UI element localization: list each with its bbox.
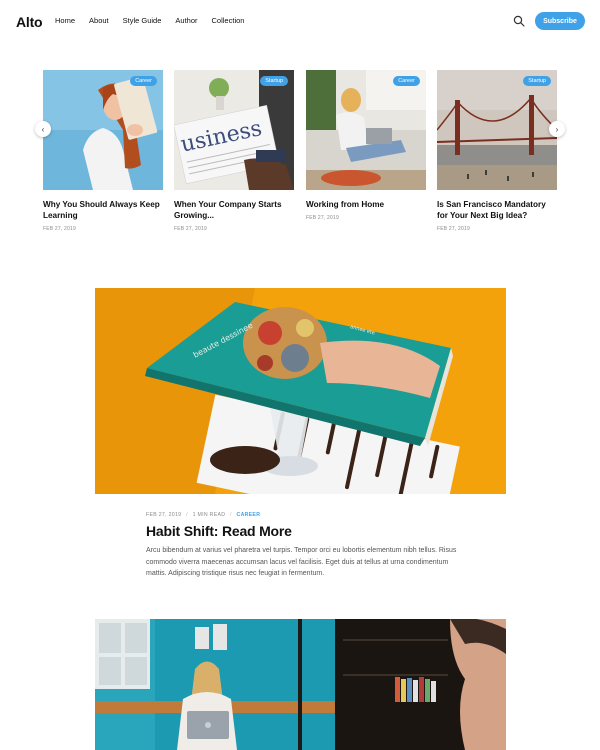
post-date: FEB 27, 2019 (146, 512, 182, 518)
featured-carousel: Career Why You Should Always Keep Learni… (0, 70, 600, 240)
card-date: FEB 27, 2019 (306, 215, 339, 221)
nav-item-author[interactable]: Author (175, 16, 197, 25)
post-image[interactable] (95, 619, 506, 750)
post-excerpt: Arcu bibendum at varius vel pharetra vel… (146, 547, 457, 577)
card-date: FEB 27, 2019 (43, 226, 76, 232)
carousel-card[interactable]: Career Why You Should Always Keep Learni… (43, 70, 163, 232)
card-image[interactable]: Career (43, 70, 163, 190)
card-title[interactable]: Working from Home (306, 199, 426, 210)
post-meta: FEB 27, 2019 / 1 MIN READ / CAREER (146, 512, 260, 518)
meta-separator: / (230, 512, 232, 518)
card-image[interactable]: Startup (437, 70, 557, 190)
card-title[interactable]: Is San Francisco Mandatory for Your Next… (437, 199, 557, 221)
card-tag[interactable]: Startup (523, 76, 551, 86)
card-tag[interactable]: Career (130, 76, 157, 86)
carousel-prev-button[interactable]: ‹ (35, 121, 51, 137)
nav-item-collection[interactable]: Collection (212, 16, 245, 25)
site-logo[interactable]: Alto (16, 14, 43, 30)
post-category-link[interactable]: CAREER (237, 512, 261, 518)
featured-post-image[interactable]: beaute dessinee annee ete (95, 288, 506, 494)
card-title[interactable]: When Your Company Starts Growing... (174, 199, 294, 221)
post-title[interactable]: Habit Shift: Read More (146, 523, 292, 539)
card-date: FEB 27, 2019 (437, 226, 470, 232)
chevron-right-icon: › (555, 124, 559, 134)
card-tag[interactable]: Startup (260, 76, 288, 86)
meta-separator: / (186, 512, 188, 518)
search-icon[interactable] (513, 15, 525, 27)
post-read-time: 1 MIN READ (192, 512, 226, 518)
chevron-left-icon: ‹ (41, 124, 45, 134)
carousel-card[interactable]: Career Working from Home FEB 27, 2019 (306, 70, 426, 221)
nav-item-home[interactable]: Home (55, 16, 75, 25)
card-tag[interactable]: Career (393, 76, 420, 86)
carousel-card[interactable]: usiness Startup When Your Company Starts… (174, 70, 294, 232)
site-header: Alto Home About Style Guide Author Colle… (0, 0, 600, 44)
card-title[interactable]: Why You Should Always Keep Learning (43, 199, 163, 221)
nav-item-style-guide[interactable]: Style Guide (123, 16, 162, 25)
subscribe-button[interactable]: Subscribe (535, 12, 585, 30)
carousel-card[interactable]: Startup Is San Francisco Mandatory for Y… (437, 70, 557, 232)
carousel-next-button[interactable]: › (549, 121, 565, 137)
card-image[interactable]: usiness Startup (174, 70, 294, 190)
main-nav: Home About Style Guide Author Collection (55, 16, 258, 25)
nav-item-about[interactable]: About (89, 16, 109, 25)
card-date: FEB 27, 2019 (174, 226, 207, 232)
card-image[interactable]: Career (306, 70, 426, 190)
